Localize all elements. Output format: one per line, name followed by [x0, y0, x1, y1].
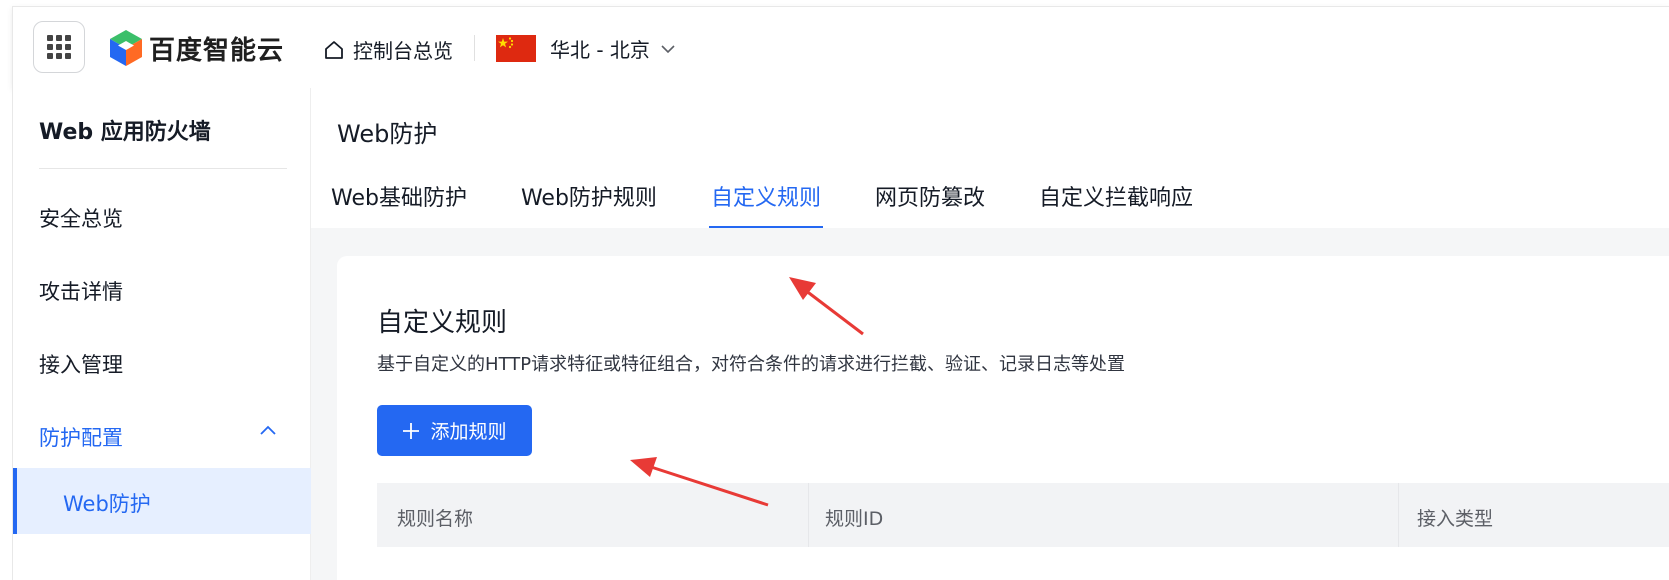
- main-header: Web防护 Web基础防护 Web防护规则 自定义规则 网页防篡改 自定义拦截响…: [311, 88, 1669, 228]
- custom-rules-card: 自定义规则 基于自定义的HTTP请求特征或特征组合，对符合条件的请求进行拦截、验…: [337, 256, 1669, 580]
- tab-custom-rules[interactable]: 自定义规则: [708, 180, 823, 228]
- column-header-rule-name: 规则名称: [397, 508, 474, 530]
- tab-webpage-tamper-protection[interactable]: 网页防篡改: [875, 180, 985, 228]
- header-divider: [474, 35, 475, 61]
- console-overview-label: 控制台总览: [353, 39, 453, 63]
- chevron-up-icon[interactable]: [259, 424, 277, 436]
- sidebar-subitem-web-protection[interactable]: Web防护: [13, 468, 311, 534]
- column-divider[interactable]: [808, 483, 809, 547]
- brand-logo[interactable]: 百度智能云: [109, 29, 284, 67]
- sidebar-divider: [39, 168, 287, 169]
- brand-name: 百度智能云: [149, 35, 285, 66]
- sidebar-item-attack-details[interactable]: 攻击详情: [39, 276, 123, 306]
- sidebar-title: Web 应用防火墙: [39, 120, 211, 145]
- sidebar-item-protection-config[interactable]: 防护配置: [39, 422, 123, 452]
- tab-bar: Web基础防护 Web防护规则 自定义规则 网页防篡改 自定义拦截响应: [331, 180, 1247, 228]
- tab-web-protection-rules[interactable]: Web防护规则: [521, 180, 657, 228]
- cube-logo-icon: [110, 30, 142, 66]
- column-divider[interactable]: [1398, 483, 1399, 547]
- rules-table-header: 规则名称 规则ID 接入类型: [377, 483, 1669, 547]
- china-flag-icon: [496, 35, 536, 62]
- column-header-rule-id: 规则ID: [825, 508, 884, 530]
- page-title: Web防护: [337, 120, 438, 148]
- sidebar-item-access-management[interactable]: 接入管理: [39, 349, 123, 379]
- chevron-down-icon: [661, 44, 675, 53]
- tab-web-basic-protection[interactable]: Web基础防护: [331, 180, 467, 228]
- app-grid-button[interactable]: [33, 21, 85, 73]
- region-selector[interactable]: 华北 - 北京: [496, 34, 676, 63]
- tab-custom-block-response[interactable]: 自定义拦截响应: [1039, 180, 1193, 228]
- grid-icon: [47, 35, 71, 59]
- sidebar: Web 应用防火墙 安全总览 攻击详情 接入管理 防护配置 Web防护: [12, 88, 311, 580]
- top-navigation-bar: 百度智能云 控制台总览 华北 - 北京: [12, 6, 1669, 88]
- add-rule-label: 添加规则: [430, 421, 507, 443]
- sidebar-item-security-overview[interactable]: 安全总览: [39, 203, 123, 233]
- card-description: 基于自定义的HTTP请求特征或特征组合，对符合条件的请求进行拦截、验证、记录日志…: [377, 354, 1126, 375]
- main-content: Web防护 Web基础防护 Web防护规则 自定义规则 网页防篡改 自定义拦截响…: [311, 88, 1669, 580]
- home-icon: [325, 40, 343, 59]
- plus-icon: [403, 422, 420, 439]
- column-header-access-type: 接入类型: [1417, 508, 1494, 530]
- console-overview-link[interactable]: 控制台总览: [323, 35, 453, 64]
- card-title: 自定义规则: [377, 308, 508, 338]
- region-label: 华北 - 北京: [550, 38, 650, 62]
- add-rule-button[interactable]: 添加规则: [377, 405, 532, 456]
- sidebar-subitem-label: Web防护: [63, 492, 151, 516]
